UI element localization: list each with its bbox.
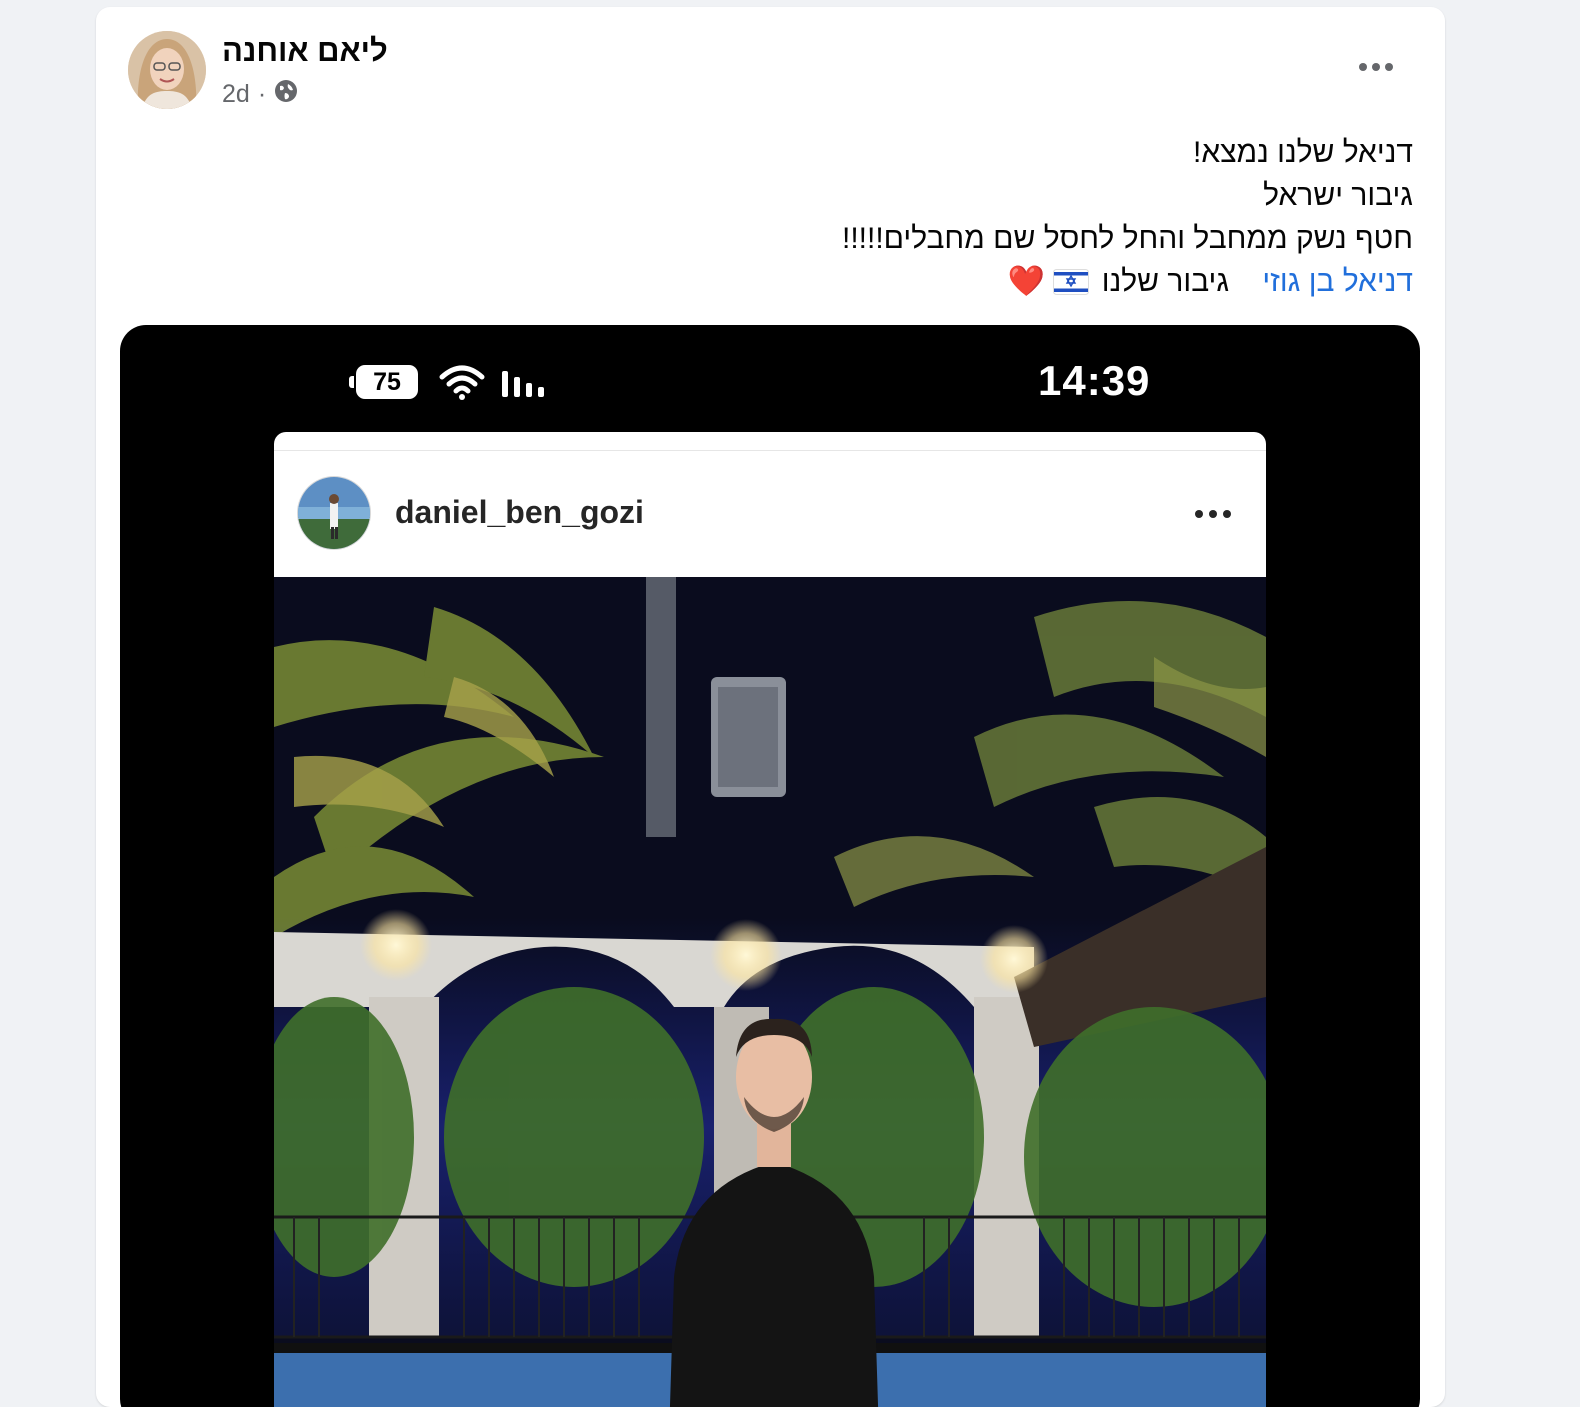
post-line-4: דניאל בן גוזי גיבור שלנו ❤️ (313, 260, 1413, 307)
more-dots-icon (1195, 510, 1231, 518)
globe-icon (274, 79, 298, 110)
post-options-button[interactable] (1354, 47, 1398, 87)
post-meta: 2d · (222, 79, 298, 110)
post-line-2: גיבור ישראל (1263, 179, 1413, 212)
post-text: דניאל שלנו נמצא! גיבור ישראל חטף נשק ממח… (313, 131, 1413, 307)
facebook-post: ליאם אוחנה 2d · דניאל שלנו נמצא! גיבור י… (96, 7, 1445, 1407)
heart-icon: ❤️ (1007, 265, 1046, 298)
meta-separator: · (257, 80, 267, 108)
instagram-username[interactable]: daniel_ben_gozi (395, 494, 644, 531)
instagram-photo[interactable] (274, 577, 1266, 1407)
post-timestamp[interactable]: 2d (222, 80, 250, 109)
more-dots-icon (1359, 63, 1393, 71)
wifi-icon (439, 365, 485, 400)
closing-text: גיבור שלנו (1101, 265, 1230, 298)
post-line-1: דניאל שלנו נמצא! (1193, 136, 1413, 169)
battery-tip (349, 376, 354, 388)
signal-icon (502, 371, 544, 397)
battery-indicator: 75 (356, 365, 418, 399)
instagram-avatar[interactable] (298, 477, 370, 549)
mention-link[interactable]: דניאל בן גוזי (1262, 265, 1413, 298)
post-media-screenshot[interactable]: 75 14:39 daniel_ben_gozi (120, 325, 1420, 1407)
instagram-options-button[interactable] (1188, 494, 1238, 534)
divider (274, 450, 1266, 451)
author-name[interactable]: ליאם אוחנה (222, 33, 388, 69)
post-line-3: חטף נשק ממחבל והחל לחסל שם מחבלים!!!!! (841, 222, 1413, 255)
status-bar-time: 14:39 (1038, 357, 1151, 404)
instagram-post: daniel_ben_gozi (274, 432, 1266, 1407)
author-avatar[interactable] (128, 31, 206, 109)
israel-flag-icon (1053, 264, 1090, 307)
